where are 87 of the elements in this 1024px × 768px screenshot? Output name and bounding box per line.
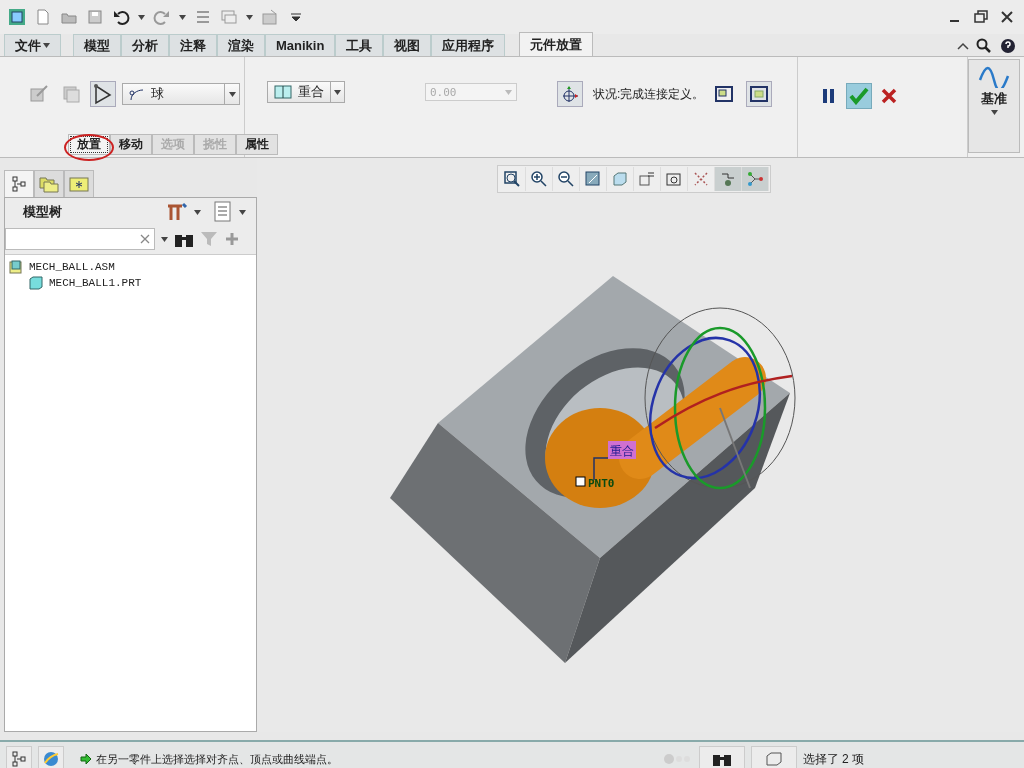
part-icon — [29, 276, 43, 290]
panel-tab[interactable]: 属性 — [236, 134, 278, 155]
ribbon-tab[interactable]: 工具 — [335, 34, 384, 56]
squares-icon — [61, 84, 81, 104]
search-field[interactable] — [5, 228, 155, 250]
selection-box-button[interactable] — [750, 746, 797, 768]
undo-icon[interactable] — [112, 8, 130, 26]
window-icon — [749, 85, 770, 103]
caret-icon — [239, 209, 246, 215]
pencil-icon — [29, 84, 49, 104]
assembly-window-button[interactable] — [746, 81, 773, 107]
add-icon[interactable] — [224, 231, 240, 247]
datum-point-icon — [575, 476, 586, 487]
status-message: 在另一零件上选择选择对齐点、顶点或曲线端点。 — [96, 751, 338, 767]
restore-icon[interactable] — [972, 8, 990, 26]
connection-button[interactable] — [90, 81, 116, 107]
help-icon[interactable] — [1000, 38, 1016, 54]
coincident-icon — [274, 85, 292, 99]
refit-icon — [502, 169, 522, 189]
connection-type-dropdown[interactable]: 球 — [122, 83, 240, 105]
caret-icon — [505, 90, 512, 95]
cube-icon — [610, 169, 630, 189]
browser-toggle-button[interactable] — [38, 746, 64, 768]
find-button[interactable] — [698, 746, 745, 768]
redo-icon[interactable] — [153, 8, 171, 26]
ribbon-tab[interactable]: 元件放置 — [519, 32, 594, 56]
caret-icon — [246, 14, 253, 20]
caret-icon — [179, 14, 186, 20]
folders-icon — [39, 175, 59, 193]
settings-list-icon[interactable] — [213, 201, 233, 223]
tree-item[interactable]: MECH_BALL1.PRT — [29, 275, 256, 291]
search-icon[interactable] — [976, 38, 992, 54]
datum-button[interactable]: 基准 — [968, 59, 1020, 153]
tree-icon — [12, 751, 26, 767]
caret-icon — [161, 236, 168, 242]
assembly-icon — [9, 260, 23, 274]
clear-icon[interactable] — [140, 234, 150, 244]
spin-center-button[interactable] — [715, 167, 742, 191]
sphere-joint-icon — [129, 87, 145, 101]
navigator-toggle-button[interactable] — [6, 746, 32, 768]
crosshair-icon — [560, 84, 580, 104]
ribbon-tab[interactable]: 分析 — [121, 34, 169, 56]
close-icon — [880, 87, 898, 105]
constraint-tag: 重合 — [608, 441, 636, 459]
navigator-tab[interactable] — [4, 170, 34, 197]
repaint-icon — [583, 169, 603, 189]
star-folder-icon — [69, 176, 89, 192]
caret-icon — [194, 209, 201, 215]
status-text: 状况:完成连接定义。 — [593, 85, 705, 103]
ribbon-tab[interactable]: 文件 — [4, 34, 61, 56]
cube-icon — [763, 751, 784, 767]
globe-icon — [42, 750, 60, 768]
caret-icon — [138, 14, 145, 20]
zoom-in-icon — [529, 169, 549, 189]
check-icon — [849, 87, 869, 105]
caret-icon — [990, 110, 998, 115]
annotation-circle — [64, 134, 114, 161]
wave-icon — [978, 64, 1010, 88]
caret-icon — [228, 91, 236, 97]
model-tree-title: 模型树 — [23, 203, 62, 221]
tools-icon[interactable] — [166, 202, 188, 222]
selection-count: 选择了 2 项 — [802, 750, 864, 768]
caret-icon — [43, 43, 50, 48]
panel-tab[interactable]: 放置 — [68, 134, 110, 155]
tree-icon — [12, 176, 26, 192]
progress-indicator-icon — [662, 753, 693, 765]
navigator-tab[interactable] — [34, 170, 64, 197]
app-logo-icon[interactable] — [8, 8, 26, 26]
ribbon-tab[interactable]: 渲染 — [217, 34, 265, 56]
ribbon-tab[interactable]: 注释 — [169, 34, 217, 56]
ribbon-tab[interactable]: Manikin — [265, 34, 336, 56]
arrow-icon — [80, 753, 92, 765]
zoom-out-icon — [556, 169, 576, 189]
panel-tab[interactable]: 移动 — [110, 134, 152, 155]
caret-icon — [334, 89, 341, 95]
ribbon-tab[interactable]: 模型 — [73, 34, 121, 56]
ribbon-tab[interactable]: 应用程序 — [431, 34, 506, 56]
triangle-icon — [92, 83, 114, 105]
pause-icon — [822, 88, 836, 104]
tree-item[interactable]: MECH_BALL.ASM — [9, 259, 256, 275]
navigator-tab[interactable] — [64, 170, 94, 197]
point-label: PNT0 — [588, 477, 615, 490]
move-handle-button[interactable] — [557, 81, 583, 107]
ribbon-tab[interactable]: 视图 — [383, 34, 432, 56]
constraint-dropdown[interactable]: 重合 — [267, 81, 345, 103]
connection-icon — [745, 169, 765, 189]
save-icon[interactable] — [86, 8, 104, 26]
